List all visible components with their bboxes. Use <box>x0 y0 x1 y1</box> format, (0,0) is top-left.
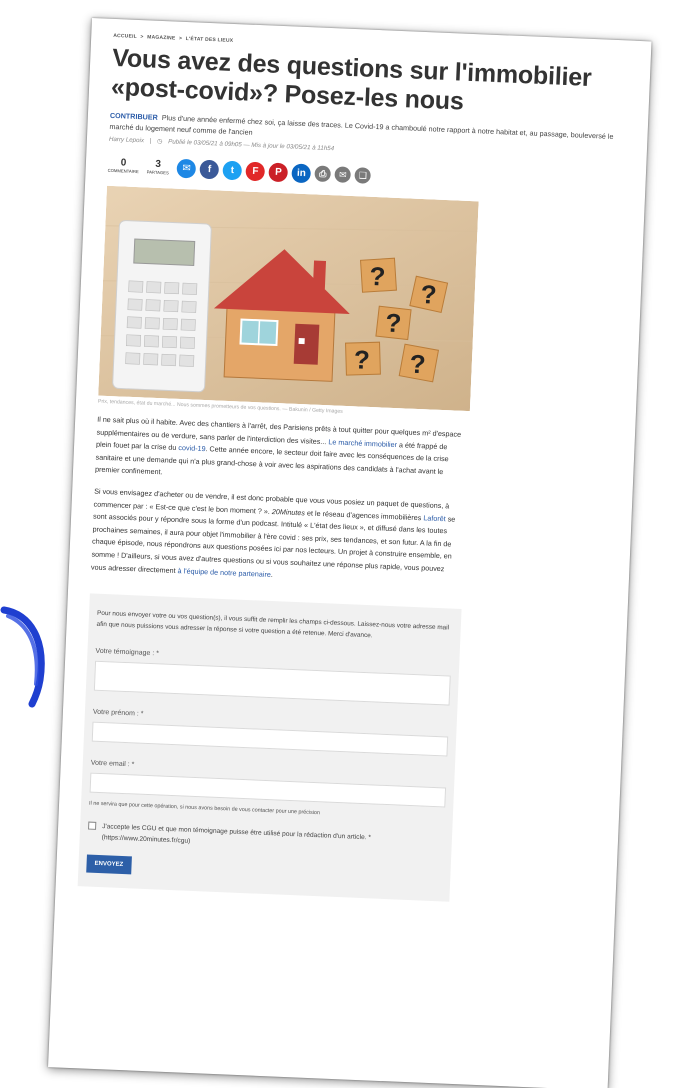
brand-mention: 20Minutes <box>271 506 306 517</box>
author-name[interactable]: Harry Lepoix <box>109 136 144 144</box>
flipboard-icon[interactable]: F <box>245 161 266 181</box>
consent-row: J'accepte les CGU et que mon témoignage … <box>87 821 444 858</box>
breadcrumb-sep: > <box>178 35 183 42</box>
email-icon[interactable]: ✉ <box>334 166 352 183</box>
svg-text:?: ? <box>420 279 437 310</box>
house-calculator-illustration: ? ? ? ? ? <box>98 185 479 412</box>
body-paragraph-2: Si vous envisagez d'acheter ou de vendre… <box>91 485 462 588</box>
share-count: 3 <box>155 158 162 170</box>
clock-icon: ◷ <box>156 137 163 146</box>
breadcrumb-current[interactable]: L'ÉTAT DES LIEUX <box>186 36 234 44</box>
testimony-textarea[interactable] <box>93 660 451 706</box>
comment-count: 0 <box>120 156 127 169</box>
breadcrumb-sep: > <box>140 34 144 41</box>
publish-date: Publié le 03/05/21 à 09h05 — Mis à jour … <box>168 138 335 153</box>
hero-image: ? ? ? ? ? <box>98 185 479 412</box>
contribute-tag[interactable]: CONTRIBUER <box>110 111 158 122</box>
linkedin-icon[interactable]: in <box>291 163 312 183</box>
svg-text:?: ? <box>385 308 402 339</box>
share-counter: 3 PARTAGES <box>146 158 170 175</box>
svg-text:?: ? <box>409 349 426 380</box>
calculator-graphic <box>112 220 212 393</box>
svg-text:?: ? <box>369 261 386 292</box>
form-intro: Pour nous envoyer votre ou vos question(… <box>96 609 450 640</box>
breadcrumb-home[interactable]: ACCUEIL <box>113 33 137 40</box>
twitter-icon[interactable]: t <box>222 160 243 180</box>
messenger-icon[interactable]: ✉ <box>176 158 197 178</box>
consent-checkbox[interactable] <box>88 821 97 831</box>
breadcrumb-magazine[interactable]: MAGAZINE <box>147 34 175 41</box>
link-marche-immobilier[interactable]: Le marché immobilier <box>328 437 397 449</box>
pen-stroke-mark <box>0 606 45 708</box>
svg-text:?: ? <box>353 344 370 375</box>
facebook-icon[interactable]: f <box>199 159 220 179</box>
link-laforet[interactable]: Laforêt <box>423 513 446 523</box>
comment-label: COMMENTAIRE <box>107 167 139 174</box>
consent-text: J'accepte les CGU et que mon témoignage … <box>101 823 372 845</box>
social-share-icons: ✉ f t F Pin ⎙ ✉ ❑ <box>176 158 376 185</box>
share-label: PARTAGES <box>146 168 169 175</box>
link-covid-19[interactable]: covid-19 <box>178 443 206 453</box>
text-span: et le réseau d'agences immobilières <box>304 507 424 522</box>
bookmark-icon[interactable]: ❑ <box>354 167 372 184</box>
submit-button[interactable]: ENVOYEZ <box>86 854 132 875</box>
meta-separator: | <box>149 137 152 145</box>
comment-counter[interactable]: 0 COMMENTAIRE <box>107 156 140 174</box>
photo-stage: ACCUEIL > MAGAZINE > L'ÉTAT DES LIEUX Vo… <box>0 0 682 1088</box>
link-partner-team[interactable]: à l'équipe de notre partenaire <box>177 566 271 579</box>
text-span: . <box>270 569 274 579</box>
question-form: Pour nous envoyer votre ou vos question(… <box>77 593 462 902</box>
printed-article-page: ACCUEIL > MAGAZINE > L'ÉTAT DES LIEUX Vo… <box>48 18 652 1088</box>
print-icon[interactable]: ⎙ <box>314 165 332 183</box>
body-paragraph-1: Il ne sait plus où il habite. Avec des c… <box>95 414 465 492</box>
pinterest-icon[interactable]: P <box>268 162 289 182</box>
